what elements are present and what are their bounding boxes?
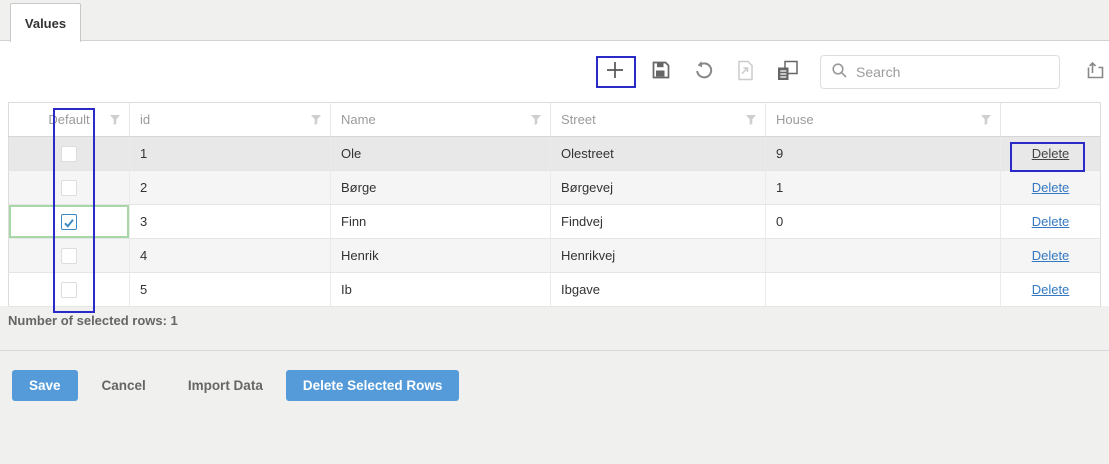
name-cell: Henrik — [331, 239, 551, 273]
plus-icon — [604, 59, 626, 84]
delete-link[interactable]: Delete — [1032, 282, 1070, 297]
tab-bar: Values — [0, 0, 1109, 41]
name-cell: Ole — [331, 137, 551, 171]
house-cell — [766, 273, 1001, 307]
action-button-row: Save Cancel Import Data Delete Selected … — [12, 370, 1109, 401]
filter-icon[interactable] — [310, 114, 322, 129]
column-header-id[interactable]: id — [130, 103, 331, 137]
section-divider — [0, 350, 1109, 351]
column-chooser-button[interactable] — [774, 58, 800, 85]
action-cell: Delete — [1001, 205, 1101, 239]
header-label: House — [776, 112, 814, 127]
table-row[interactable]: 4 Henrik Henrikvej Delete — [9, 239, 1101, 273]
data-grid: Default id Name — [8, 102, 1101, 307]
header-label: id — [140, 112, 150, 127]
default-cell — [9, 171, 130, 205]
default-checkbox[interactable] — [61, 282, 77, 298]
default-cell-editing — [9, 205, 130, 239]
table-row[interactable]: 3 Finn Findvej 0 Delete — [9, 205, 1101, 239]
revert-changes-button[interactable] — [690, 58, 716, 85]
id-cell: 1 — [130, 137, 331, 171]
document-export-icon — [736, 60, 755, 84]
name-cell: Børge — [331, 171, 551, 205]
id-cell: 3 — [130, 205, 331, 239]
filter-icon[interactable] — [530, 114, 542, 129]
default-cell — [9, 239, 130, 273]
delete-link[interactable]: Delete — [1032, 214, 1070, 229]
street-cell: Findvej — [551, 205, 766, 239]
table-row[interactable]: 2 Børge Børgevej 1 Delete — [9, 171, 1101, 205]
house-cell: 9 — [766, 137, 1001, 171]
column-chooser-icon — [776, 59, 799, 85]
save-button[interactable]: Save — [12, 370, 78, 401]
export-button[interactable] — [1082, 58, 1108, 85]
cancel-button[interactable]: Cancel — [102, 378, 146, 393]
name-cell: Ib — [331, 273, 551, 307]
add-row-button[interactable] — [598, 58, 632, 85]
header-label: Street — [561, 112, 596, 127]
content-panel: Default id Name — [0, 41, 1109, 306]
street-cell: Ibgave — [551, 273, 766, 307]
action-cell: Delete — [1001, 137, 1101, 171]
export-tray-icon — [1085, 60, 1106, 84]
import-data-button[interactable]: Import Data — [188, 378, 263, 393]
tab-values-label: Values — [25, 16, 66, 31]
header-row: Default id Name — [9, 103, 1101, 137]
delete-link[interactable]: Delete — [1032, 146, 1070, 161]
selected-rows-summary: Number of selected rows: 1 — [0, 306, 1109, 328]
street-cell: Børgevej — [551, 171, 766, 205]
table-row[interactable]: 5 Ib Ibgave Delete — [9, 273, 1101, 307]
action-cell: Delete — [1001, 171, 1101, 205]
street-cell: Henrikvej — [551, 239, 766, 273]
house-cell: 0 — [766, 205, 1001, 239]
grid-toolbar — [0, 41, 1109, 102]
default-cell — [9, 137, 130, 171]
default-checkbox[interactable] — [61, 180, 77, 196]
search-box — [820, 55, 1060, 89]
id-cell: 2 — [130, 171, 331, 205]
action-cell: Delete — [1001, 273, 1101, 307]
header-label: Default — [48, 112, 89, 127]
delete-link[interactable]: Delete — [1032, 180, 1070, 195]
column-header-house[interactable]: House — [766, 103, 1001, 137]
default-checkbox[interactable] — [61, 146, 77, 162]
table-row[interactable]: 1 Ole Olestreet 9 Delete — [9, 137, 1101, 171]
tab-values[interactable]: Values — [10, 3, 81, 42]
column-header-default[interactable]: Default — [9, 103, 130, 137]
filter-icon[interactable] — [109, 114, 121, 129]
action-cell: Delete — [1001, 239, 1101, 273]
export-selected-button — [732, 58, 758, 85]
floppy-save-icon — [651, 60, 671, 83]
delete-link[interactable]: Delete — [1032, 248, 1070, 263]
house-cell: 1 — [766, 171, 1001, 205]
save-changes-button[interactable] — [648, 58, 674, 85]
street-cell: Olestreet — [551, 137, 766, 171]
search-input[interactable] — [856, 64, 1046, 80]
id-cell: 5 — [130, 273, 331, 307]
filter-icon[interactable] — [980, 114, 992, 129]
default-checkbox[interactable] — [61, 248, 77, 264]
filter-icon[interactable] — [745, 114, 757, 129]
search-icon — [831, 62, 848, 82]
default-cell — [9, 273, 130, 307]
column-header-street[interactable]: Street — [551, 103, 766, 137]
id-cell: 4 — [130, 239, 331, 273]
name-cell: Finn — [331, 205, 551, 239]
column-header-actions — [1001, 103, 1101, 137]
house-cell — [766, 239, 1001, 273]
default-checkbox-checked[interactable] — [61, 214, 77, 230]
delete-selected-rows-button[interactable]: Delete Selected Rows — [286, 370, 460, 401]
column-header-name[interactable]: Name — [331, 103, 551, 137]
undo-icon — [693, 60, 714, 84]
header-label: Name — [341, 112, 376, 127]
